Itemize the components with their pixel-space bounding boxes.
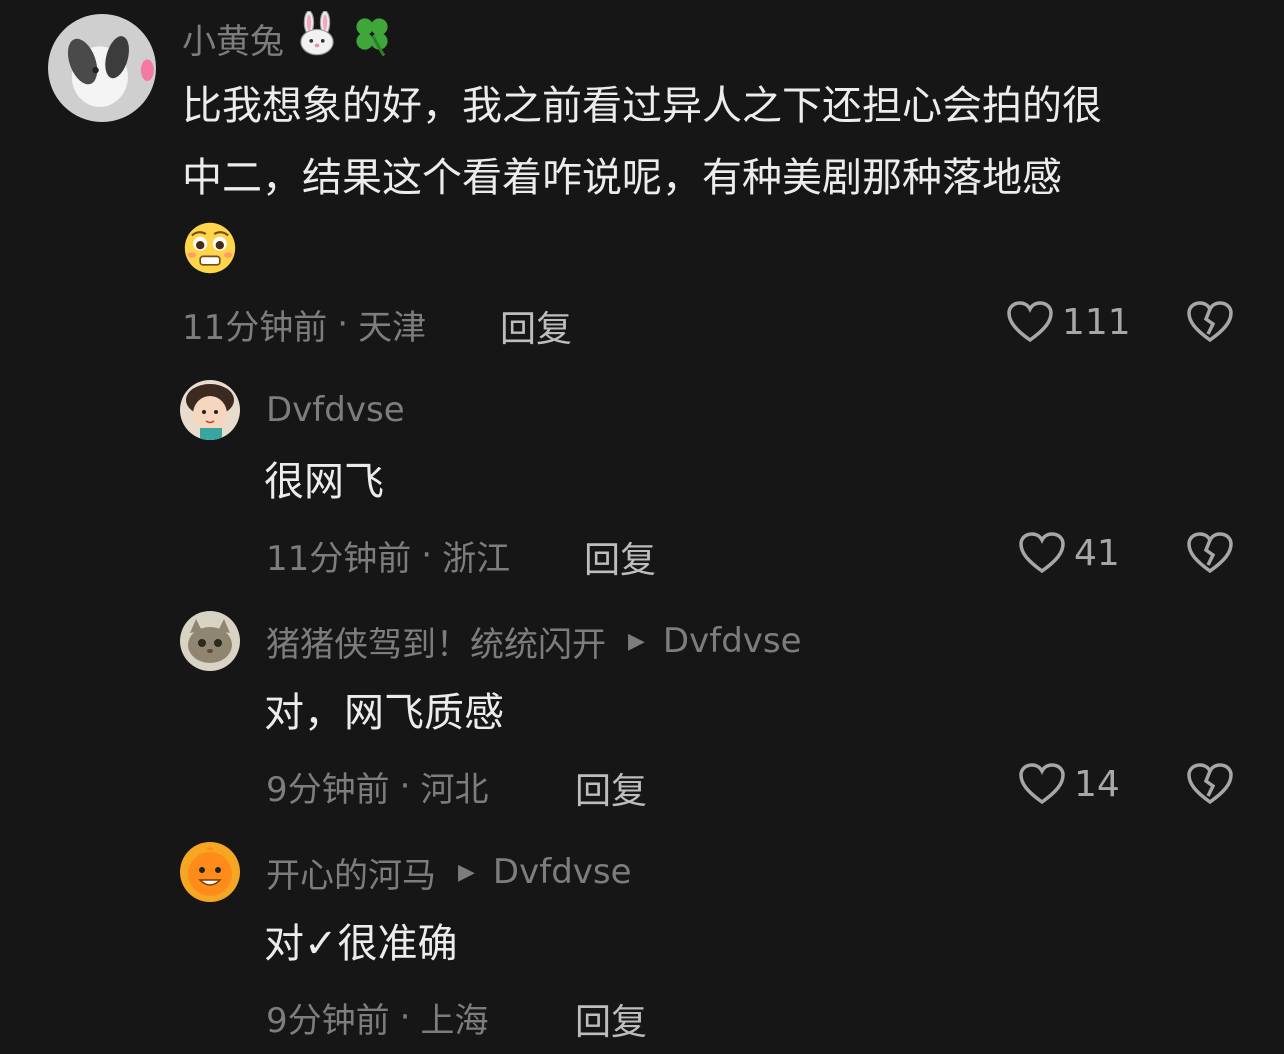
username[interactable]: Dvfdvse <box>266 386 405 434</box>
dislike-button[interactable] <box>1186 762 1234 806</box>
broken-heart-icon <box>1186 300 1234 344</box>
like-count: 41 <box>1074 532 1120 574</box>
comment-text: 比我想象的好，我之前看过异人之下还担心会拍的很 中二，结果这个看着咋说呢，有种美… <box>182 70 1262 298</box>
dislike-button[interactable] <box>1186 300 1234 344</box>
separator: · <box>399 766 411 806</box>
username[interactable]: 开心的河马 ▶ Dvfdvse <box>266 848 632 896</box>
dislike-button[interactable] <box>1186 531 1234 575</box>
broken-heart-icon <box>1186 762 1234 806</box>
reply-button[interactable]: 回复 <box>584 531 656 583</box>
comment-text: 很网飞 <box>264 459 384 505</box>
timestamp: 9分钟前 <box>266 769 390 810</box>
like-button[interactable]: 14 <box>1018 762 1120 806</box>
reply-arrow-icon: ▶ <box>458 859 475 885</box>
reply-button[interactable]: 回复 <box>575 993 647 1045</box>
username[interactable]: 小黄兔 <box>182 9 396 62</box>
user-avatar[interactable] <box>180 842 240 902</box>
comment-text: 对✓很准确 <box>264 921 458 967</box>
heart-outline-icon <box>1018 762 1066 806</box>
user-avatar[interactable] <box>180 611 240 671</box>
comment-meta: 11分钟前 · 浙江 <box>266 531 510 579</box>
heart-outline-icon <box>1018 531 1066 575</box>
four-leaf-clover-emoji <box>348 10 396 67</box>
reply-button[interactable]: 回复 <box>500 300 572 352</box>
timestamp: 11分钟前 <box>182 307 328 348</box>
separator: · <box>399 997 411 1037</box>
rabbit-face-emoji <box>294 9 340 66</box>
reply-to-username[interactable]: Dvfdvse <box>493 852 632 892</box>
location: 河北 <box>420 769 489 810</box>
username[interactable]: 猪猪侠驾到！统统闪开 ▶ Dvfdvse <box>266 617 802 665</box>
location: 浙江 <box>442 538 511 579</box>
like-count: 111 <box>1062 301 1131 343</box>
like-button[interactable]: 111 <box>1006 300 1131 344</box>
user-avatar[interactable] <box>48 14 156 122</box>
reply-to-username[interactable]: Dvfdvse <box>663 621 802 661</box>
comment-meta: 11分钟前 · 天津 <box>182 300 426 348</box>
reply-arrow-icon: ▶ <box>628 628 645 654</box>
like-count: 14 <box>1074 763 1120 805</box>
like-button[interactable]: 41 <box>1018 531 1120 575</box>
separator: · <box>421 535 433 575</box>
comment-meta: 9分钟前 · 河北 <box>266 762 488 810</box>
comment-meta: 9分钟前 · 上海 <box>266 993 488 1041</box>
timestamp: 11分钟前 <box>266 538 412 579</box>
location: 上海 <box>420 1000 489 1041</box>
timestamp: 9分钟前 <box>266 1000 390 1041</box>
comment-text: 对，网飞质感 <box>264 690 504 736</box>
reply-button[interactable]: 回复 <box>575 762 647 814</box>
user-avatar[interactable] <box>180 380 240 440</box>
broken-heart-icon <box>1186 531 1234 575</box>
separator: · <box>337 304 349 344</box>
location: 天津 <box>358 307 427 348</box>
heart-outline-icon <box>1006 300 1054 344</box>
pleading-face-emoji <box>182 220 238 299</box>
